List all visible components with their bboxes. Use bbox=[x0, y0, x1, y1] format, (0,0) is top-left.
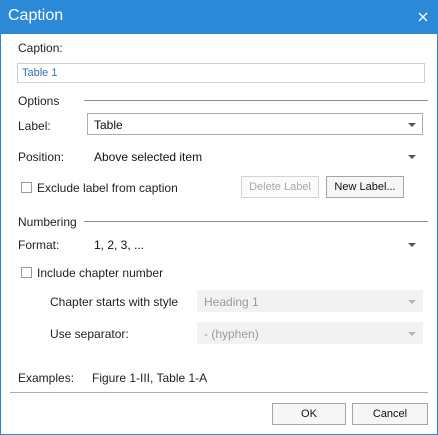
format-select-value: 1, 2, 3, ... bbox=[94, 238, 145, 252]
footer-divider bbox=[10, 392, 428, 393]
position-select[interactable]: Above selected item bbox=[87, 145, 423, 167]
numbering-divider bbox=[84, 221, 428, 222]
chapter-style-label: Chapter starts with style bbox=[50, 295, 179, 309]
separator-label: Use separator: bbox=[50, 327, 129, 341]
include-chapter-text: Include chapter number bbox=[37, 266, 164, 280]
delete-label-button[interactable]: Delete Label bbox=[241, 176, 319, 198]
ok-button[interactable]: OK bbox=[272, 403, 346, 425]
chevron-down-icon bbox=[408, 243, 416, 247]
exclude-label-checkbox[interactable] bbox=[21, 182, 32, 193]
label-select-value: Table bbox=[94, 118, 123, 132]
position-field-label: Position: bbox=[18, 150, 65, 164]
chapter-style-select[interactable]: Heading 1 bbox=[197, 290, 423, 312]
title-bar: Caption bbox=[0, 0, 438, 34]
close-icon bbox=[418, 12, 428, 22]
include-chapter-checkbox[interactable] bbox=[21, 267, 32, 278]
separator-value: - (hyphen) bbox=[204, 327, 259, 341]
options-group-label: Options bbox=[18, 94, 60, 108]
dialog-title: Caption bbox=[8, 7, 64, 24]
format-field-label: Format: bbox=[18, 238, 60, 252]
caption-input[interactable] bbox=[17, 63, 425, 83]
chapter-style-value: Heading 1 bbox=[204, 295, 259, 309]
format-select[interactable]: 1, 2, 3, ... bbox=[87, 233, 423, 255]
chevron-down-icon bbox=[408, 155, 416, 159]
label-select[interactable]: Table bbox=[87, 113, 423, 135]
new-label-button[interactable]: New Label... bbox=[326, 176, 404, 198]
close-button[interactable] bbox=[408, 0, 438, 34]
label-field-label: Label: bbox=[18, 119, 51, 133]
caption-label: Caption: bbox=[18, 41, 63, 55]
options-divider bbox=[84, 100, 428, 101]
numbering-group-label: Numbering bbox=[18, 215, 77, 229]
examples-value: Figure 1-III, Table 1-A bbox=[92, 371, 208, 385]
separator-select[interactable]: - (hyphen) bbox=[197, 322, 423, 344]
position-select-value: Above selected item bbox=[94, 150, 203, 164]
cancel-button[interactable]: Cancel bbox=[352, 403, 428, 425]
chevron-down-icon bbox=[408, 123, 416, 127]
chevron-down-icon bbox=[408, 300, 416, 304]
chevron-down-icon bbox=[408, 332, 416, 336]
exclude-label-text: Exclude label from caption bbox=[37, 181, 178, 195]
examples-label: Examples: bbox=[18, 371, 75, 385]
